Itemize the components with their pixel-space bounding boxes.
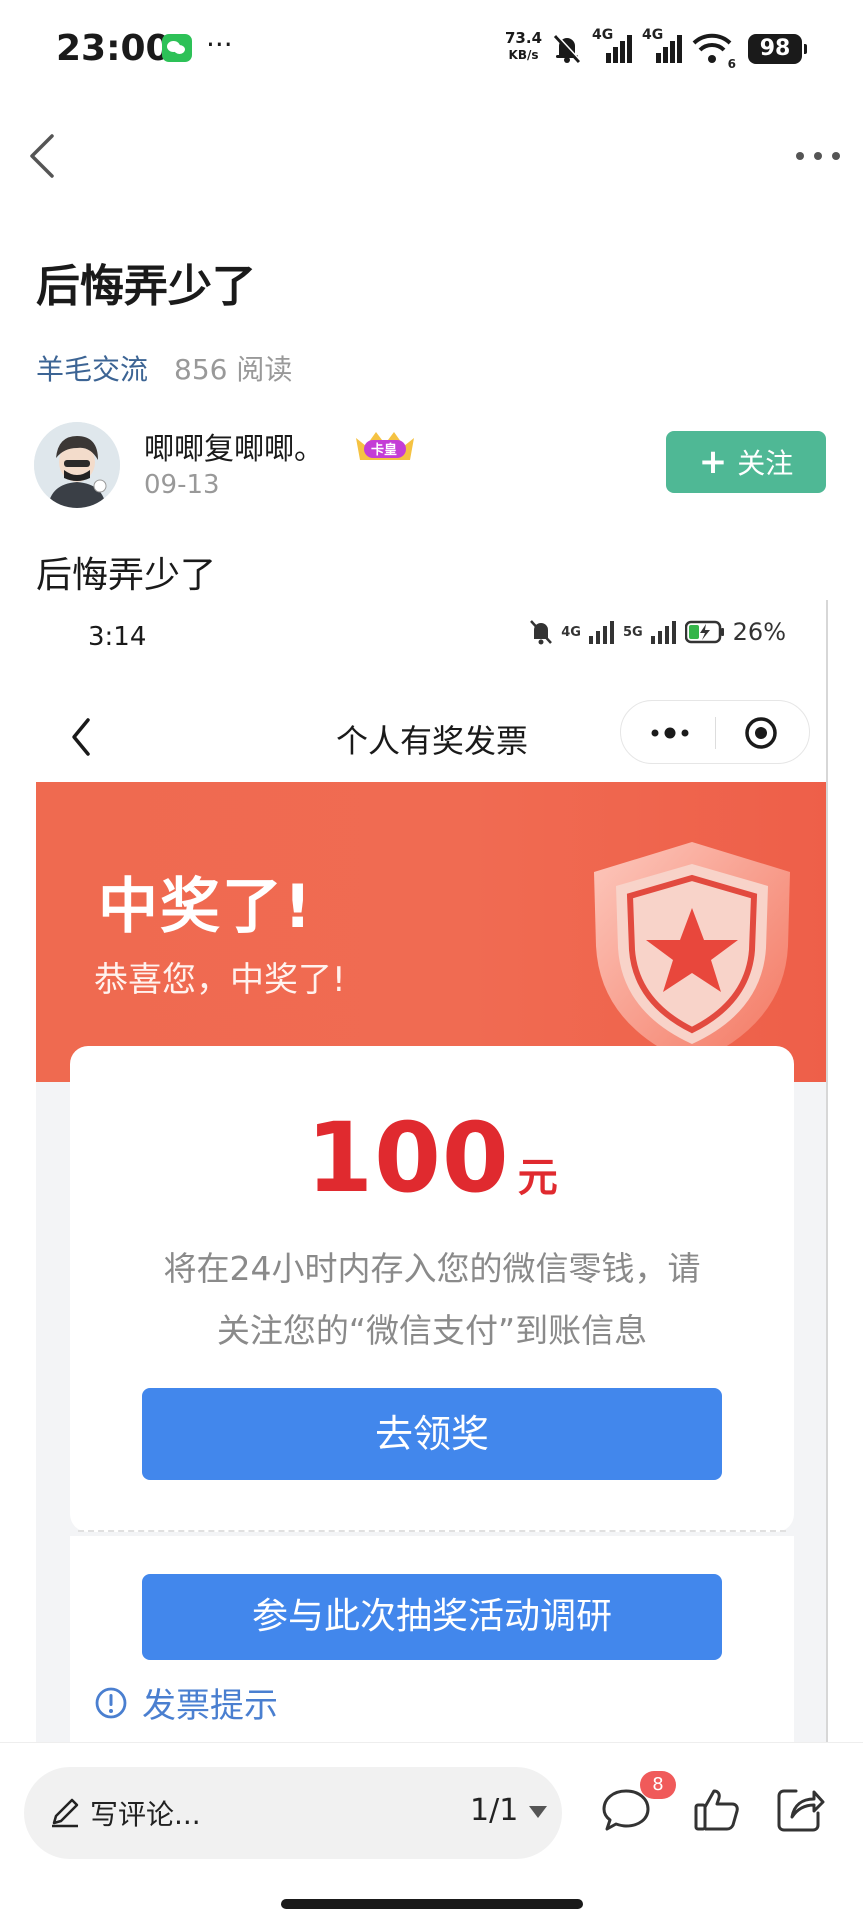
post-title: 后悔弄少了 <box>36 261 256 312</box>
claim-prize-button: 去领奖 <box>142 1388 722 1480</box>
bell-off-icon <box>553 34 582 64</box>
image-nav-bar: 个人有奖发票 <box>36 692 826 782</box>
comment-count-badge: 8 <box>640 1771 676 1799</box>
thumbs-up-icon[interactable] <box>690 1783 742 1835</box>
status-bar: 23:00 ··· 73.4 KB/s 4G 4G 6 98 <box>0 0 863 100</box>
post-read-count: 856 阅读 <box>174 353 293 386</box>
status-icons: 4G 4G 6 <box>552 27 736 71</box>
page-indicator[interactable]: 1/1 <box>470 1793 518 1828</box>
signal-4g-icon-1: 4G <box>592 27 632 65</box>
image-status-time: 3:14 <box>88 622 147 652</box>
pen-icon <box>52 1798 79 1828</box>
prize-banner: 中奖了! 恭喜您，中奖了! <box>36 782 826 1082</box>
caret-down-icon[interactable] <box>528 1805 548 1819</box>
prize-description-line-2: 关注您的“微信支付”到账信息 <box>216 1311 648 1350</box>
survey-button: 参与此次抽奖活动调研 <box>142 1574 722 1660</box>
home-indicator[interactable] <box>281 1899 583 1909</box>
avatar[interactable] <box>34 422 120 508</box>
comment-placeholder: 写评论... <box>90 1798 201 1831</box>
top-nav <box>0 110 863 200</box>
network-speed-value: 73.4 <box>505 29 543 47</box>
wechat-notification-icon <box>162 34 192 62</box>
vip-badge: 卡皇 <box>352 426 418 464</box>
prize-amount-value: 100 <box>306 1102 510 1214</box>
vip-badge-label: 卡皇 <box>371 443 398 458</box>
more-horizontal-icon <box>651 727 689 739</box>
more-horizontal-icon[interactable] <box>791 138 845 174</box>
image-battery-percent: 26% <box>732 618 786 646</box>
prize-title: 中奖了! <box>98 872 314 942</box>
post-meta: 羊毛交流 856 阅读 <box>36 348 292 388</box>
post-body: 后悔弄少了 <box>36 555 217 596</box>
target-close-icon <box>745 717 777 749</box>
comment-input[interactable]: 写评论... 1/1 <box>24 1767 562 1859</box>
bell-off-icon <box>530 620 553 645</box>
signal-icon <box>650 621 676 644</box>
follow-button[interactable]: + 关注 <box>666 431 826 493</box>
capsule-separator <box>715 717 716 749</box>
info-circle-icon <box>95 1687 127 1718</box>
share-icon[interactable] <box>774 1783 826 1835</box>
image-status-icons: 4G 5G 26% <box>529 618 786 646</box>
prize-description-line-1: 将在24小时内存入您的微信零钱，请 <box>163 1249 701 1288</box>
post-category-link[interactable]: 羊毛交流 <box>36 348 148 388</box>
author-name[interactable]: 唧唧复唧唧。 <box>144 424 324 468</box>
wifi-label: 6 <box>727 57 736 71</box>
plus-icon: + <box>698 442 728 482</box>
network-speed-unit: KB/s <box>508 48 539 62</box>
status-more-dots: ··· <box>206 28 233 61</box>
follow-label: 关注 <box>737 447 794 480</box>
prize-amount-unit: 元 <box>517 1155 558 1201</box>
image-signal-1-label: 4G <box>561 624 581 640</box>
prize-subtitle: 恭喜您，中奖了! <box>94 960 346 1000</box>
signal-4g-icon-2: 4G <box>642 27 682 65</box>
dashed-divider <box>78 1530 786 1532</box>
prize-amount: 100 元 <box>70 1102 794 1214</box>
battery-charging-icon <box>684 620 724 644</box>
image-signal-2-label: 5G <box>622 624 643 640</box>
invoice-tip-label: 发票提示 <box>142 1686 278 1726</box>
status-time: 23:00 <box>56 28 171 69</box>
post-date: 09-13 <box>144 470 220 500</box>
back-icon[interactable] <box>18 128 68 184</box>
post-image[interactable]: 3:14 4G 5G 26% 个人有奖发票 中奖了! 恭喜您，中奖了! 100 … <box>36 600 828 1742</box>
shield-star-icon <box>594 842 790 1064</box>
network-speed: 73.4 KB/s <box>505 30 542 64</box>
signal-icon <box>588 621 614 644</box>
prize-description: 将在24小时内存入您的微信零钱，请 关注您的“微信支付”到账信息 <box>130 1238 734 1362</box>
wifi-icon: 6 <box>692 31 736 71</box>
invoice-tip: 发票提示 <box>94 1678 278 1727</box>
miniprogram-capsule <box>620 700 810 764</box>
battery-indicator: 98 <box>748 34 807 64</box>
bottom-bar: 写评论... 1/1 8 <box>0 1742 863 1920</box>
